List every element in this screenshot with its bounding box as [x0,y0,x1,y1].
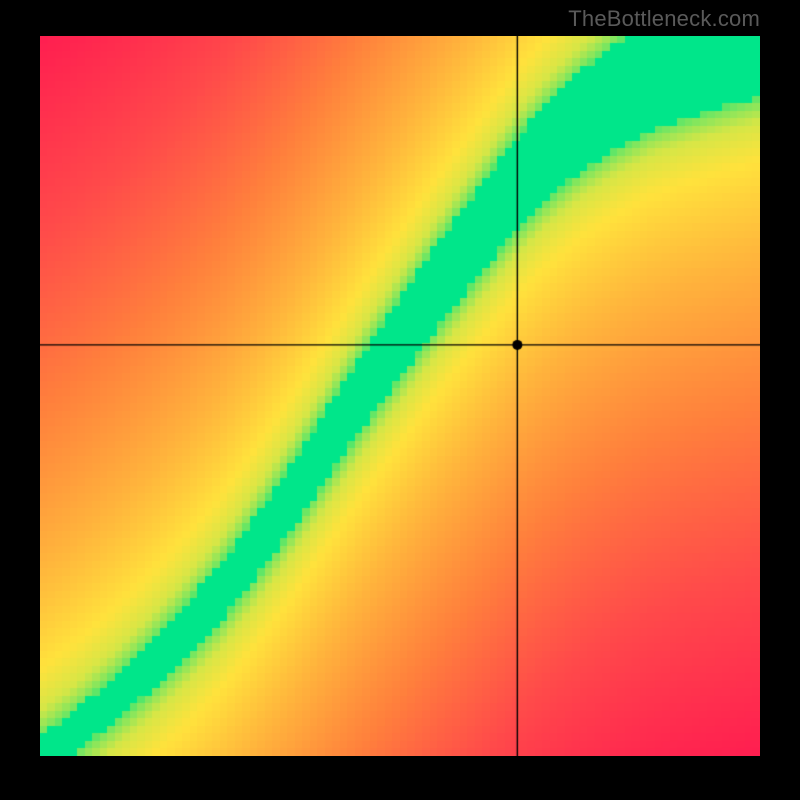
heatmap-plot [40,36,760,756]
chart-frame: TheBottleneck.com [0,0,800,800]
watermark-text: TheBottleneck.com [568,6,760,32]
heatmap-canvas [40,36,760,756]
